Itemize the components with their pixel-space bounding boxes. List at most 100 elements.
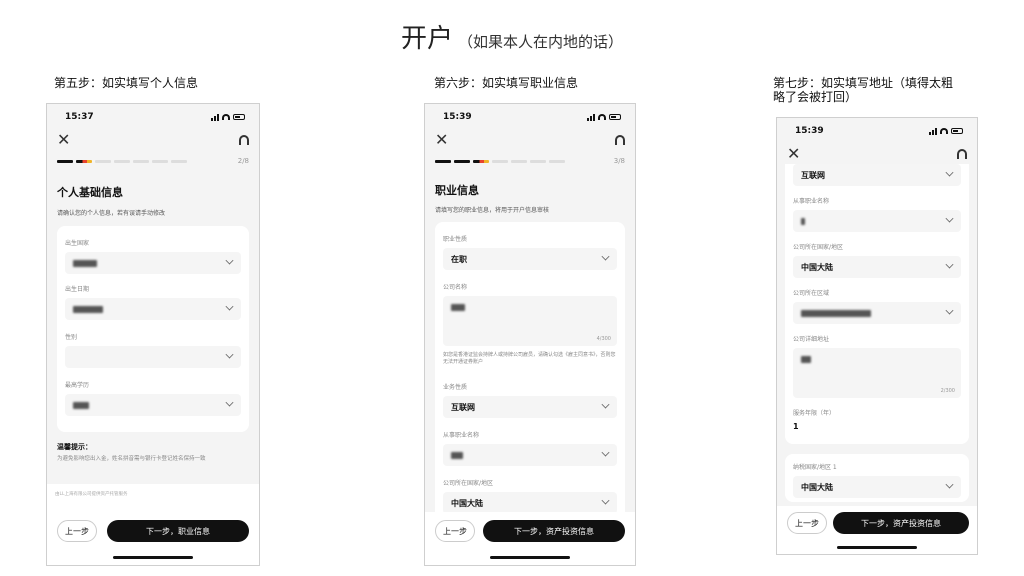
field-label: 职业性质: [443, 236, 468, 243]
service-years-input[interactable]: 1: [793, 422, 799, 431]
status-bar: 15:39: [777, 118, 977, 144]
screen-title: 职业信息: [435, 184, 479, 197]
chevron-down-icon: [601, 400, 610, 409]
chevron-down-icon: [225, 398, 234, 407]
step6-caption: 第六步：如实填写职业信息: [434, 76, 579, 90]
redacted-value: [801, 217, 805, 225]
chevron-down-icon: [945, 260, 954, 269]
close-icon[interactable]: ✕: [57, 132, 70, 148]
battery-icon: [233, 114, 245, 120]
char-counter: 4/300: [596, 336, 611, 342]
customer-service-icon[interactable]: [957, 149, 967, 159]
chevron-down-icon: [945, 480, 954, 489]
screen-subtitle: 请确认您的个人信息，若有误请手动修改: [57, 210, 166, 217]
battery-icon: [951, 128, 963, 134]
field-label: 纳税国家/地区 1: [793, 464, 837, 471]
field-label: 从事职业名称: [793, 198, 830, 205]
gender-select[interactable]: [65, 346, 241, 368]
redacted-value: [451, 304, 465, 311]
education-select[interactable]: [65, 394, 241, 416]
status-bar: 15:39: [425, 104, 635, 130]
company-country-select[interactable]: 中国大陆: [793, 256, 961, 278]
bottom-bar: 由LL上海有限公司提供资产托管服务 上一步 下一步，职业信息: [47, 484, 259, 565]
step7-caption: 第七步：如实填写地址（填得太粗略了会被打回）: [773, 76, 954, 104]
legal-text: 由LL上海有限公司提供资产托管服务: [55, 492, 128, 497]
title-main: 开户: [400, 24, 453, 54]
progress-bar: 3/8: [435, 156, 625, 166]
field-label: 公司详细地址: [793, 336, 830, 343]
company-region-select[interactable]: [793, 302, 961, 324]
redacted-value: [451, 451, 463, 459]
home-indicator: [490, 556, 570, 559]
company-address-input[interactable]: 2/300: [793, 348, 961, 398]
next-button[interactable]: 下一步，资产投资信息: [833, 512, 969, 534]
tax-country-select[interactable]: 中国大陆: [793, 476, 961, 498]
company-country-value: 中国大陆: [801, 262, 833, 272]
bottom-bar: 上一步 下一步，资产投资信息: [777, 506, 977, 554]
form-card: 出生国家 出生日期 性别 最高学历: [57, 226, 249, 432]
field-label: 公司所在国家/地区: [793, 244, 844, 251]
signal-icon: [211, 113, 219, 121]
redacted-value: [801, 356, 811, 363]
job-type-value: 在职: [451, 254, 467, 264]
progress-count: 3/8: [613, 157, 625, 165]
field-label: 公司名称: [443, 284, 468, 291]
prev-button[interactable]: 上一步: [57, 520, 97, 542]
page-title: 开户 （如果本人在内地的话）: [0, 18, 1024, 55]
tax-country-value: 中国大陆: [801, 482, 833, 492]
char-counter: 2/300: [940, 388, 955, 394]
wifi-icon: [222, 114, 230, 120]
company-name-input[interactable]: 4/300: [443, 296, 617, 346]
field-label: 公司所在国家/地区: [443, 480, 494, 487]
home-indicator: [837, 546, 917, 549]
redacted-value: [73, 401, 89, 409]
screen-title: 个人基础信息: [57, 186, 123, 199]
field-label: 性别: [65, 334, 78, 341]
title-sub: （如果本人在内地的话）: [458, 33, 624, 51]
progress-count: 2/8: [237, 157, 249, 165]
redacted-value: [73, 259, 97, 267]
status-time: 15:39: [795, 126, 824, 136]
company-note: 如您是香港证监会持牌人或持牌公司雇员，请确认勾选《雇主同意书》，否则您无法开通证…: [443, 352, 616, 365]
occupation-select[interactable]: [443, 444, 617, 466]
phone-step7: 15:39 ✕ 互联网 从事职业名称 公司所在国家/地区 中国大陆 公司所在区域…: [776, 117, 978, 555]
company-country-select[interactable]: 中国大陆: [443, 492, 617, 514]
redacted-value: [73, 305, 103, 313]
tip-title: 温馨提示：: [57, 443, 92, 451]
field-label: 出生日期: [65, 286, 90, 293]
birth-date-select[interactable]: [65, 298, 241, 320]
bottom-bar: 上一步 下一步，资产投资信息: [425, 512, 635, 565]
company-country-value: 中国大陆: [451, 498, 483, 508]
next-button[interactable]: 下一步，资产投资信息: [483, 520, 625, 542]
status-time: 15:37: [65, 112, 94, 122]
industry-select[interactable]: 互联网: [793, 164, 961, 186]
field-label: 公司所在区域: [793, 290, 830, 297]
signal-icon: [587, 113, 595, 121]
wifi-icon: [940, 128, 948, 134]
field-label: 业务性质: [443, 384, 468, 391]
chevron-down-icon: [225, 256, 234, 265]
industry-value: 互联网: [451, 402, 475, 412]
chevron-down-icon: [601, 448, 610, 457]
occupation-select[interactable]: [793, 210, 961, 232]
birth-country-select[interactable]: [65, 252, 241, 274]
chevron-down-icon: [601, 252, 610, 261]
form-card: 职业性质 在职 公司名称 4/300 如您是香港证监会持牌人或持牌公司雇员，请确…: [435, 222, 625, 522]
job-type-select[interactable]: 在职: [443, 248, 617, 270]
field-label: 服务年限（年）: [793, 410, 836, 417]
prev-button[interactable]: 上一步: [435, 520, 475, 542]
close-icon[interactable]: ✕: [435, 132, 448, 148]
industry-value: 互联网: [801, 170, 825, 180]
field-label: 从事职业名称: [443, 432, 480, 439]
customer-service-icon[interactable]: [239, 135, 249, 145]
step5-caption: 第五步：如实填写个人信息: [54, 76, 199, 90]
wifi-icon: [598, 114, 606, 120]
next-button[interactable]: 下一步，职业信息: [107, 520, 249, 542]
industry-select[interactable]: 互联网: [443, 396, 617, 418]
prev-button[interactable]: 上一步: [787, 512, 827, 534]
customer-service-icon[interactable]: [615, 135, 625, 145]
chevron-down-icon: [945, 306, 954, 315]
status-bar: 15:37: [47, 104, 259, 130]
home-indicator: [113, 556, 193, 559]
close-icon[interactable]: ✕: [787, 146, 800, 162]
